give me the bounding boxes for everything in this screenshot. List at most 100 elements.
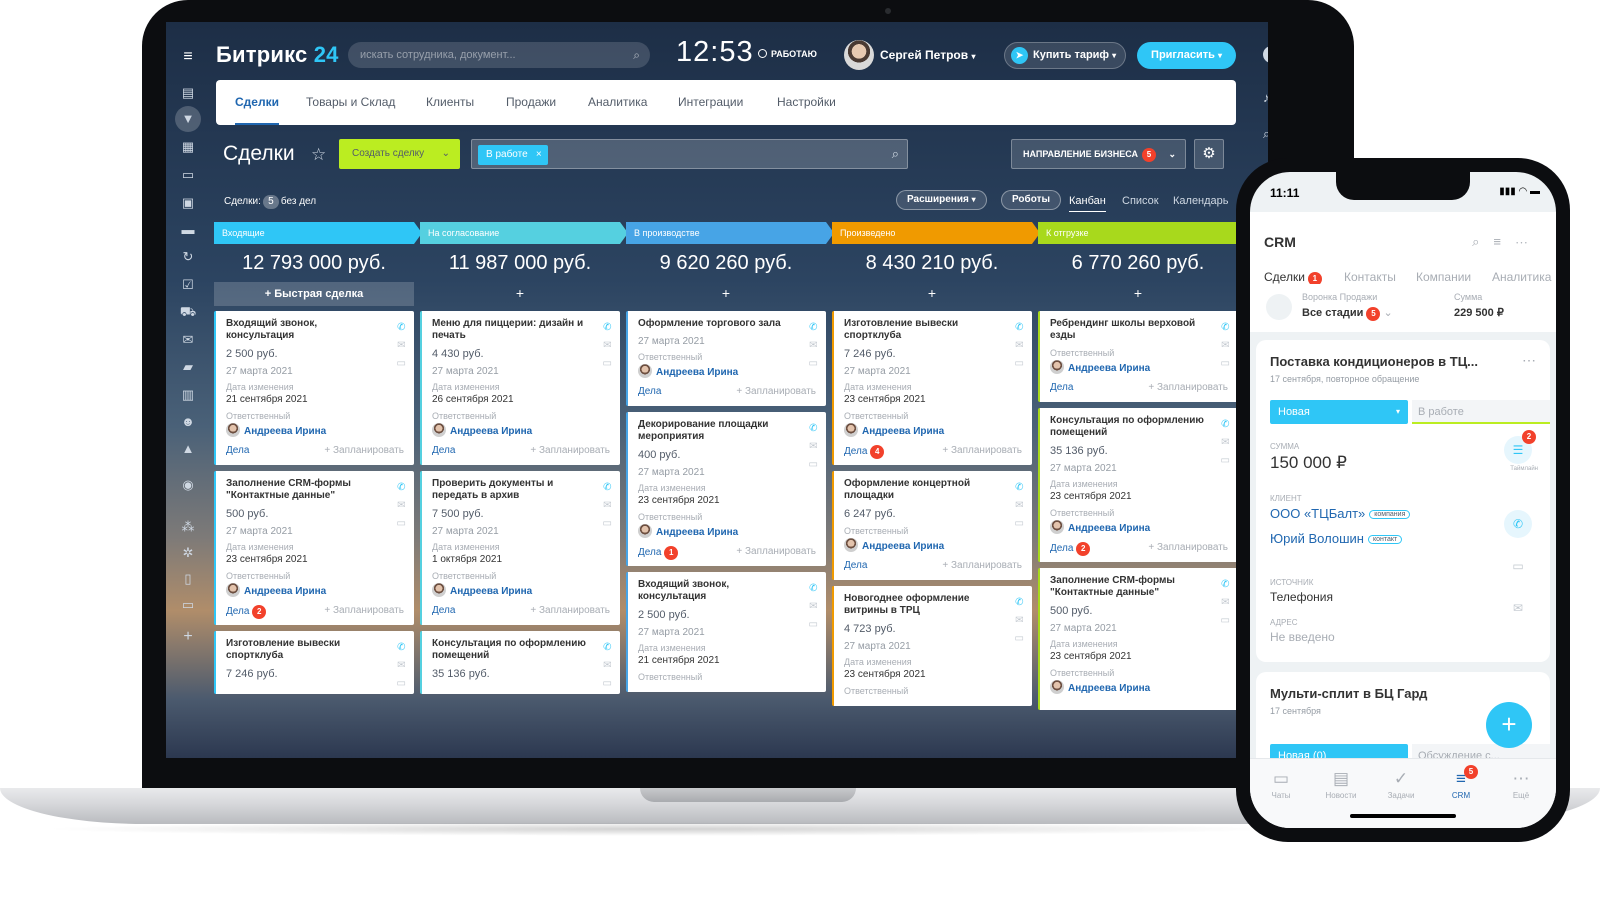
monitor-icon[interactable]: ▭ bbox=[179, 596, 197, 614]
schedule-link[interactable]: + Запланировать bbox=[1148, 382, 1228, 393]
responsible-link[interactable]: Андреева Ирина bbox=[638, 524, 798, 538]
mail-icon[interactable]: ✉ bbox=[397, 337, 406, 355]
tab-contacts[interactable]: Контакты bbox=[1344, 270, 1396, 284]
call-icon[interactable]: ✆ bbox=[1504, 510, 1532, 538]
contact-card-icon[interactable]: ▣ bbox=[179, 194, 197, 212]
search-input[interactable]: искать сотрудника, документ... ⌕ bbox=[348, 42, 650, 68]
comment-icon[interactable]: ▭ bbox=[809, 355, 818, 373]
tasks-link[interactable]: Дела bbox=[226, 606, 249, 617]
schedule-link[interactable]: + Запланировать bbox=[942, 560, 1022, 571]
tab-goods[interactable]: Товары и Склад bbox=[306, 80, 395, 125]
tab-integrations[interactable]: Интеграции bbox=[678, 80, 743, 125]
mail-icon[interactable]: ✉ bbox=[809, 337, 818, 355]
phone-icon[interactable]: ✆ bbox=[603, 639, 612, 657]
deal-card[interactable]: ✆ ✉ ▭ Консультация по оформлению помещений 3… bbox=[1038, 408, 1238, 562]
company-link[interactable]: ООО «ТЦБалт» компания bbox=[1270, 506, 1411, 521]
tab-companies[interactable]: Компании bbox=[1416, 270, 1471, 284]
bell-icon[interactable]: ♪ bbox=[1263, 90, 1268, 105]
mail-icon[interactable]: ✉ bbox=[1015, 497, 1024, 515]
comment-icon[interactable]: ▭ bbox=[1221, 452, 1230, 470]
logo[interactable]: Битрикс 24 bbox=[216, 42, 339, 68]
add-icon[interactable]: + bbox=[179, 628, 197, 646]
help-icon[interactable]: ? bbox=[1263, 46, 1268, 63]
column-header[interactable]: В производстве bbox=[626, 222, 834, 244]
mail-icon[interactable]: ✉ bbox=[603, 497, 612, 515]
more-icon[interactable]: ⋯ bbox=[1522, 352, 1536, 369]
deal-card[interactable]: ✆ ✉ ▭ Изготовление вывески спортклуба 7 246 … bbox=[832, 311, 1032, 465]
nav-tasks[interactable]: ✓ Задачи bbox=[1376, 769, 1426, 800]
mail-icon[interactable]: ✉ bbox=[809, 598, 818, 616]
responsible-link[interactable]: Андреева Ирина bbox=[638, 364, 798, 378]
tasks-link[interactable]: Дела bbox=[226, 445, 249, 456]
settings-icon[interactable]: ✲ bbox=[179, 544, 197, 562]
add-deal-button[interactable]: + bbox=[1038, 282, 1238, 306]
nav-chats[interactable]: ▭ Чаты bbox=[1256, 769, 1306, 800]
responsible-link[interactable]: Андреева Ирина bbox=[1050, 360, 1210, 374]
phone-icon[interactable]: ✆ bbox=[397, 639, 406, 657]
schedule-link[interactable]: + Запланировать bbox=[530, 445, 610, 456]
mail-icon[interactable]: ✉ bbox=[397, 657, 406, 675]
comment-icon[interactable]: ▭ bbox=[603, 355, 612, 373]
comment-icon[interactable]: ▭ bbox=[1504, 552, 1532, 580]
sitemap-icon[interactable]: ⁂ bbox=[179, 518, 197, 536]
phone-icon[interactable]: ✆ bbox=[809, 580, 818, 598]
buy-tariff-button[interactable]: ➤ Купить тариф ▾ bbox=[1004, 42, 1126, 69]
deal-card[interactable]: ✆ ✉ ▭ Новогоднее оформление витрины в ТРЦ 4 … bbox=[832, 586, 1032, 706]
phone-icon[interactable]: ✆ bbox=[603, 319, 612, 337]
mail-icon[interactable]: ✉ bbox=[1221, 594, 1230, 612]
crm-filter-icon[interactable]: ▼ bbox=[175, 106, 201, 132]
responsible-link[interactable]: Андреева Ирина bbox=[1050, 680, 1210, 694]
comment-icon[interactable]: ▭ bbox=[1015, 515, 1024, 533]
view-calendar[interactable]: Календарь bbox=[1173, 195, 1229, 207]
team-icon[interactable]: ☻ bbox=[179, 413, 197, 431]
mail-icon[interactable]: ✉ bbox=[1504, 594, 1532, 622]
schedule-link[interactable]: + Запланировать bbox=[530, 605, 610, 616]
tasks-link[interactable]: Дела bbox=[1050, 382, 1073, 393]
schedule-link[interactable]: + Запланировать bbox=[324, 445, 404, 456]
view-list[interactable]: Список bbox=[1122, 195, 1159, 207]
schedule-link[interactable]: + Запланировать bbox=[942, 445, 1022, 456]
star-icon[interactable]: ☆ bbox=[311, 145, 326, 165]
robots-button[interactable]: Роботы bbox=[1001, 190, 1062, 210]
add-deal-button[interactable]: + bbox=[420, 282, 620, 306]
responsible-link[interactable]: Андреева Ирина bbox=[1050, 520, 1210, 534]
nav-more[interactable]: ⋯ Ещё bbox=[1496, 769, 1546, 800]
phone-icon[interactable]: ✆ bbox=[1015, 594, 1024, 612]
grid-icon[interactable]: ▦ bbox=[179, 138, 197, 156]
phone-icon[interactable]: ✆ bbox=[397, 479, 406, 497]
column-header[interactable]: К отгрузке bbox=[1038, 222, 1246, 244]
view-kanban[interactable]: Канбан bbox=[1069, 195, 1106, 212]
search-icon[interactable]: ⌕ bbox=[1472, 234, 1493, 249]
responsible-link[interactable]: Андреева Ирина bbox=[432, 583, 592, 597]
column-header[interactable]: На согласование bbox=[420, 222, 628, 244]
deal-card[interactable]: ✆ ✉ ▭ Ребрендинг школы верховой езды Ответст… bbox=[1038, 311, 1238, 402]
mail-icon[interactable]: ✉ bbox=[1015, 337, 1024, 355]
responsible-link[interactable]: Андреева Ирина bbox=[844, 538, 1004, 552]
comment-icon[interactable]: ▭ bbox=[809, 616, 818, 634]
mail-icon[interactable]: ✉ bbox=[397, 497, 406, 515]
more-icon[interactable]: ⋯ bbox=[1515, 234, 1542, 249]
extensions-button[interactable]: Расширения ▾ bbox=[896, 190, 987, 210]
stage-select[interactable]: Новая ▾ bbox=[1270, 400, 1408, 424]
comment-icon[interactable]: ▭ bbox=[397, 515, 406, 533]
tasks-link[interactable]: Дела bbox=[1050, 543, 1073, 554]
comment-icon[interactable]: ▭ bbox=[603, 675, 612, 693]
phone-icon[interactable]: ✆ bbox=[1221, 576, 1230, 594]
next-stage[interactable]: В работе bbox=[1412, 400, 1550, 424]
responsible-link[interactable]: Андреева Ирина bbox=[844, 423, 1004, 437]
business-direction-button[interactable]: НАПРАВЛЕНИЕ БИЗНЕСА 5 ⌄ bbox=[1011, 139, 1186, 169]
deal-card[interactable]: ✆ ✉ ▭ Оформление торгового зала 27 марта 202… bbox=[626, 311, 826, 406]
deal-card[interactable]: Поставка кондиционеров в ТЦ... ⋯ 17 сент… bbox=[1256, 340, 1550, 662]
add-deal-button[interactable]: + bbox=[832, 282, 1032, 306]
deal-card[interactable]: ✆ ✉ ▭ Консультация по оформлению помещений 3… bbox=[420, 631, 620, 694]
deal-card[interactable]: ✆ ✉ ▭ Меню для пиццерии: дизайн и печать 4 4… bbox=[420, 311, 620, 465]
mail-icon[interactable]: ✉ bbox=[603, 657, 612, 675]
deal-card[interactable]: ✆ ✉ ▭ Декорирование площадки мероприятия 400… bbox=[626, 412, 826, 566]
create-deal-button[interactable]: Создать сделку ⌄ bbox=[339, 139, 460, 169]
deals-count[interactable]: 5 bbox=[262, 195, 279, 209]
responsible-link[interactable]: Андреева Ирина bbox=[432, 423, 592, 437]
chat-icon[interactable]: ▰ bbox=[179, 358, 197, 376]
comment-icon[interactable]: ▭ bbox=[397, 675, 406, 693]
tab-settings[interactable]: Настройки bbox=[777, 80, 836, 125]
tasks-link[interactable]: Дела bbox=[844, 446, 867, 457]
